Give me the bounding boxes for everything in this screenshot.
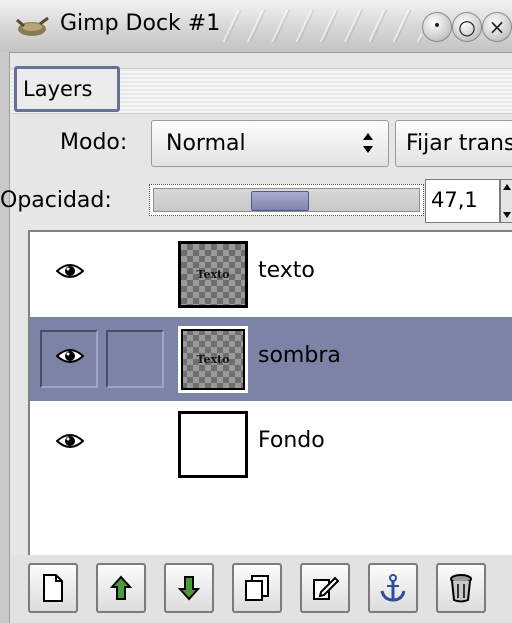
maximize-icon: ○ xyxy=(458,15,476,39)
eye-icon[interactable] xyxy=(55,347,85,369)
anchor-icon xyxy=(380,574,406,602)
window-frame-left xyxy=(0,52,10,623)
duplicate-layer-button[interactable] xyxy=(232,563,282,613)
gimp-icon[interactable] xyxy=(12,14,50,42)
window-title: Gimp Dock #1 xyxy=(60,11,221,36)
layer-row[interactable]: Fondo xyxy=(30,402,512,486)
eye-icon[interactable] xyxy=(55,432,85,454)
opacity-slider-trough[interactable] xyxy=(153,188,420,212)
layers-list[interactable]: Texto texto Texto sombra Fondo xyxy=(28,230,512,555)
mode-value: Normal xyxy=(166,131,246,156)
opacity-spin-buttons[interactable] xyxy=(500,179,512,223)
new-layer-button[interactable] xyxy=(28,563,78,613)
layer-row-selected[interactable]: Texto sombra xyxy=(30,317,512,401)
layer-thumbnail[interactable]: Texto xyxy=(178,326,248,393)
mode-select[interactable]: Normal xyxy=(151,120,389,167)
maximize-button[interactable]: ○ xyxy=(452,12,482,42)
layer-row[interactable]: Texto texto xyxy=(30,232,512,316)
link-toggle[interactable] xyxy=(106,330,164,388)
delete-layer-button[interactable] xyxy=(436,563,486,613)
trash-icon xyxy=(450,574,472,603)
tab-row: Layers xyxy=(10,62,512,117)
mode-label: Modo: xyxy=(60,130,128,155)
duplicate-layer-icon xyxy=(245,575,269,601)
close-icon: × xyxy=(488,15,506,39)
title-bar-decoration xyxy=(222,10,422,42)
opacity-slider-thumb[interactable] xyxy=(251,191,309,211)
layer-name[interactable]: Fondo xyxy=(258,428,325,453)
layer-name[interactable]: sombra xyxy=(258,343,341,368)
spin-arrows-icon xyxy=(503,184,511,218)
new-layer-icon xyxy=(43,574,63,602)
opacity-slider[interactable] xyxy=(149,184,424,216)
layer-name[interactable]: texto xyxy=(258,258,315,283)
layers-toolbar xyxy=(10,555,512,623)
lower-layer-button[interactable] xyxy=(164,563,214,613)
close-button[interactable]: × xyxy=(482,12,512,42)
edit-layer-button[interactable] xyxy=(300,563,350,613)
minimize-icon: • xyxy=(432,18,442,34)
layer-thumbnail-text: Texto xyxy=(196,268,230,281)
title-bar: Gimp Dock #1 • ○ × xyxy=(0,0,512,53)
opacity-input[interactable]: 47,1 xyxy=(425,179,500,223)
edit-layer-icon xyxy=(313,576,339,600)
tab-layers[interactable]: Layers xyxy=(14,66,120,112)
updown-arrow-icon xyxy=(363,133,373,153)
layer-thumbnail[interactable] xyxy=(178,411,248,478)
eye-icon[interactable] xyxy=(55,262,85,284)
minimize-button[interactable]: • xyxy=(422,12,452,42)
layer-thumbnail-text: Texto xyxy=(196,353,230,366)
layer-thumbnail[interactable]: Texto xyxy=(178,241,248,308)
anchor-layer-button[interactable] xyxy=(368,563,418,613)
raise-layer-icon xyxy=(110,575,132,600)
raise-layer-button[interactable] xyxy=(96,563,146,613)
lower-layer-icon xyxy=(178,576,200,601)
opacity-label: Opacidad: xyxy=(0,188,112,213)
lock-transparency-toggle[interactable]: Fijar trans xyxy=(395,120,512,167)
